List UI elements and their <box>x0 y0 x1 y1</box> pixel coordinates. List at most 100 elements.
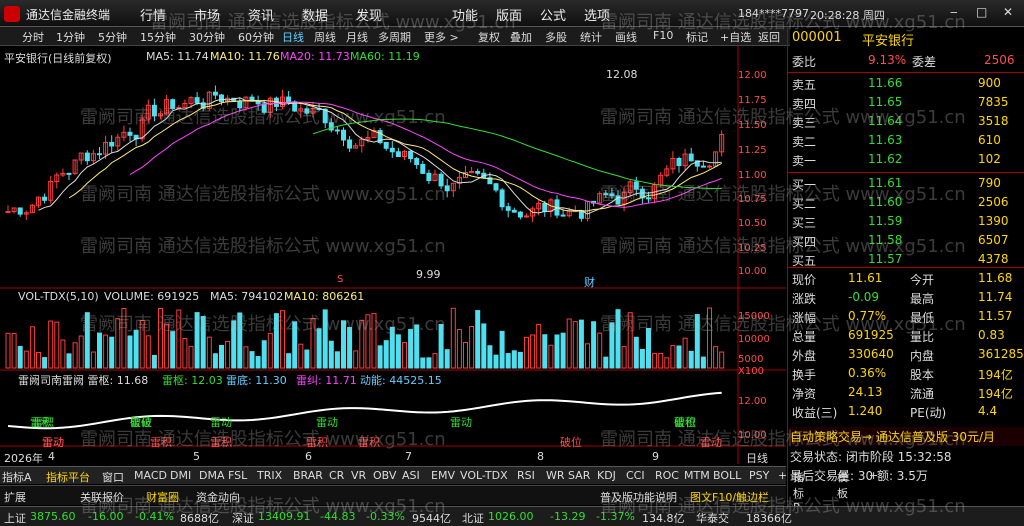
menu-options[interactable]: 选项 <box>584 5 610 24</box>
indicator-tab[interactable]: ASI <box>402 469 420 482</box>
bz-value: 1026.00 <box>488 510 534 523</box>
tb-stats[interactable]: 统计 <box>580 29 602 45</box>
tb-adjust[interactable]: 复权 <box>478 29 500 45</box>
minimize-icon[interactable]: ‒ <box>950 5 958 19</box>
volume-bar <box>170 331 176 369</box>
tb-5min[interactable]: 5分钟 <box>98 29 127 45</box>
menu-function[interactable]: 功能 <box>452 5 478 24</box>
indicator-tab[interactable]: VOL-TDX <box>460 469 508 482</box>
tb-draw[interactable]: 画线 <box>615 29 637 45</box>
indicator-tab[interactable]: EMV <box>431 469 455 482</box>
menu-market[interactable]: 市场 <box>194 5 220 24</box>
wealth-tab[interactable]: 财富圈 <box>146 489 179 505</box>
finance-marker[interactable]: 财 <box>584 274 595 290</box>
chart-canvas <box>0 46 786 464</box>
bid-row-cell: 11.58 <box>868 233 903 247</box>
tb-more[interactable]: 更多 > <box>424 29 459 45</box>
candle-body <box>383 141 389 149</box>
edition-notes[interactable]: 普及版功能说明 <box>600 489 677 505</box>
tb-f10[interactable]: F10 <box>653 29 673 42</box>
stock-name[interactable]: 平安银行 <box>862 30 914 49</box>
volume-bar <box>560 332 566 369</box>
menu-layout[interactable]: 版面 <box>496 5 522 24</box>
indicator-tab[interactable]: MACD <box>134 469 167 482</box>
indicator-tab[interactable]: 指标A <box>2 469 32 485</box>
indicator-tab[interactable]: BRAR <box>293 469 323 482</box>
promo-banner[interactable]: 自动策略交易→ 通达信普及版 30元/月 <box>790 428 995 445</box>
volume-bar <box>353 350 359 369</box>
candle-body <box>261 103 267 113</box>
candle-body <box>304 108 310 114</box>
stock-code[interactable]: 000001 <box>792 30 842 45</box>
kline-chart[interactable]: 平安银行(日线前复权) MA5: 11.74 MA10: 11.76 MA20:… <box>0 46 786 465</box>
related-quote-tab[interactable]: 关联报价 <box>80 489 124 505</box>
volume-bar <box>188 345 194 369</box>
tb-weekly[interactable]: 周线 <box>314 29 336 45</box>
indicator-tab[interactable]: 模板 <box>837 469 848 501</box>
tb-overlay[interactable]: 叠加 <box>510 29 532 45</box>
sz-label[interactable]: 深证 <box>232 510 254 526</box>
indicator-tab[interactable]: CCI <box>626 469 645 482</box>
close-icon[interactable]: ✕ <box>1003 5 1013 19</box>
volume-bar <box>5 332 11 369</box>
indicator-tab[interactable]: PSY <box>749 469 769 482</box>
indicator-tab[interactable]: DMA <box>199 469 225 482</box>
indicator-tab[interactable]: MTM <box>684 469 710 482</box>
indicator-tab[interactable]: VR <box>351 469 366 482</box>
tb-multi-period[interactable]: 多周期 <box>378 29 411 45</box>
bz-label[interactable]: 北证 <box>462 510 484 526</box>
tb-15min[interactable]: 15分钟 <box>140 29 176 45</box>
tb-monthly[interactable]: 月线 <box>346 29 368 45</box>
indicator-tab[interactable]: OBV <box>373 469 396 482</box>
ask-row: 卖二 11.63 610 <box>788 132 1024 151</box>
indicator-tab[interactable]: WR <box>546 469 565 482</box>
indicator-tab[interactable]: BOLL <box>713 469 741 482</box>
tb-30min[interactable]: 30分钟 <box>189 29 225 45</box>
menu-news[interactable]: 资讯 <box>248 5 274 24</box>
stat-row: 收益(三) 1.240 PE(动) 4.4 <box>788 403 1024 422</box>
expand-tab[interactable]: 扩展 <box>4 489 26 505</box>
menu-data[interactable]: 数据 <box>302 5 328 24</box>
signal-tag: 破位 <box>560 436 582 449</box>
menu-discover[interactable]: 发现 <box>356 5 382 24</box>
tb-1min[interactable]: 1分钟 <box>56 29 85 45</box>
indicator-tab[interactable]: + <box>778 469 787 482</box>
menu-quotes[interactable]: 行情 <box>140 5 166 24</box>
ind-line <box>7 391 722 430</box>
stat-row-cell: 11.74 <box>978 290 1013 304</box>
account-id[interactable]: 184****7797 <box>738 7 809 20</box>
indicator-tab[interactable]: RSI <box>517 469 535 482</box>
tb-back[interactable]: 返回 <box>758 29 780 45</box>
f10-sidebar[interactable]: 图文F10/触边栏 <box>690 489 769 505</box>
fund-flow-tab[interactable]: 资金动向 <box>196 489 240 505</box>
sh-amount: 8688亿 <box>180 512 219 525</box>
indicator-tab[interactable]: SAR <box>568 469 590 482</box>
indicator-tab[interactable]: KDJ <box>597 469 616 482</box>
tb-60min[interactable]: 60分钟 <box>238 29 274 45</box>
volume-bar <box>609 322 615 369</box>
stat-row-cell: -0.09 <box>848 290 880 304</box>
maximize-icon[interactable]: □ <box>976 5 987 19</box>
menu-formula[interactable]: 公式 <box>540 5 566 24</box>
month-4: 4 <box>48 450 55 463</box>
tb-mark[interactable]: 标记 <box>686 29 708 45</box>
indicator-tab[interactable]: DMI <box>170 469 191 482</box>
broker-link[interactable]: 华泰交 <box>696 510 729 526</box>
volume-bar <box>316 328 322 369</box>
indicator-tab[interactable]: CR <box>329 469 344 482</box>
indicator-tab[interactable]: 窗口 <box>102 469 124 485</box>
indicator-tab[interactable]: TRIX <box>257 469 282 482</box>
volume-bar <box>603 356 609 369</box>
indicator-tab[interactable]: + <box>869 469 878 482</box>
tb-multi-stock[interactable]: 多股 <box>545 29 567 45</box>
bid-row-cell: 买一 <box>792 178 817 192</box>
tb-daily[interactable]: 日线 <box>282 29 304 45</box>
indicator-tab[interactable]: 指标平台 <box>46 469 90 485</box>
tb-timeshare[interactable]: 分时 <box>22 29 44 45</box>
indicator-tab[interactable]: FSL <box>228 469 247 482</box>
tb-add-watch[interactable]: +自选 <box>720 29 751 45</box>
sh-label[interactable]: 上证 <box>4 510 26 526</box>
s-marker[interactable]: S <box>337 274 343 285</box>
indicator-tab[interactable]: ROC <box>655 469 679 482</box>
volume-bar <box>554 334 560 369</box>
